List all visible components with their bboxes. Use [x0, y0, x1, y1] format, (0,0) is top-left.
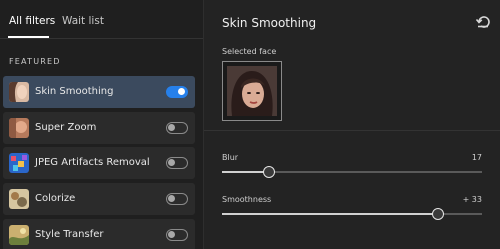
reset-icon[interactable]: [475, 14, 491, 30]
skin-smoothing-thumbnail: [9, 82, 29, 102]
style-transfer-toggle[interactable]: [166, 229, 188, 241]
smoothness-slider-fill: [222, 213, 438, 215]
blur-label: Blur: [222, 153, 239, 162]
selected-face-label: Selected face: [222, 47, 277, 56]
filters-sidebar: All filters Wait list FEATURED Skin Smoo…: [0, 0, 203, 249]
skin-smoothing-toggle[interactable]: [166, 86, 188, 98]
panel-section-divider: [204, 130, 500, 131]
filter-label: Super Zoom: [35, 122, 97, 133]
filter-label: Colorize: [35, 193, 76, 204]
jpeg-artifacts-toggle[interactable]: [166, 157, 188, 169]
filter-item-jpeg-artifacts-removal[interactable]: JPEG Artifacts Removal: [3, 147, 195, 179]
filter-item-style-transfer[interactable]: Style Transfer: [3, 219, 195, 249]
smoothness-value: + 33: [462, 195, 482, 204]
smoothness-slider-thumb[interactable]: [431, 208, 444, 220]
filter-item-colorize[interactable]: Colorize: [3, 183, 195, 215]
super-zoom-toggle[interactable]: [166, 122, 188, 134]
selected-face-thumbnail[interactable]: [222, 61, 282, 121]
smoothness-label: Smoothness: [222, 195, 272, 204]
colorize-thumbnail: [9, 189, 29, 209]
filter-item-super-zoom[interactable]: Super Zoom: [3, 112, 195, 144]
jpeg-artifacts-thumbnail: [9, 153, 29, 173]
filter-label: Style Transfer: [35, 229, 104, 240]
smoothness-slider[interactable]: [222, 208, 482, 220]
section-heading-featured: FEATURED: [9, 57, 61, 66]
tab-wait-list[interactable]: Wait list: [62, 15, 104, 27]
filter-settings-panel: Skin Smoothing Selected face Blur 17 Smo…: [204, 0, 500, 249]
filter-label: JPEG Artifacts Removal: [35, 157, 150, 168]
blur-slider[interactable]: [222, 166, 482, 178]
filter-label: Skin Smoothing: [35, 86, 114, 97]
panel-title: Skin Smoothing: [222, 16, 317, 30]
super-zoom-thumbnail: [9, 118, 29, 138]
colorize-toggle[interactable]: [166, 193, 188, 205]
filter-item-skin-smoothing[interactable]: Skin Smoothing: [3, 76, 195, 108]
style-transfer-thumbnail: [9, 225, 29, 245]
blur-value: 17: [471, 153, 482, 162]
blur-slider-thumb[interactable]: [262, 166, 275, 178]
tab-all-filters[interactable]: All filters: [9, 15, 55, 27]
tabs-divider: [0, 38, 203, 39]
filter-tabs: All filters Wait list: [0, 0, 203, 38]
blur-slider-fill: [222, 171, 269, 173]
